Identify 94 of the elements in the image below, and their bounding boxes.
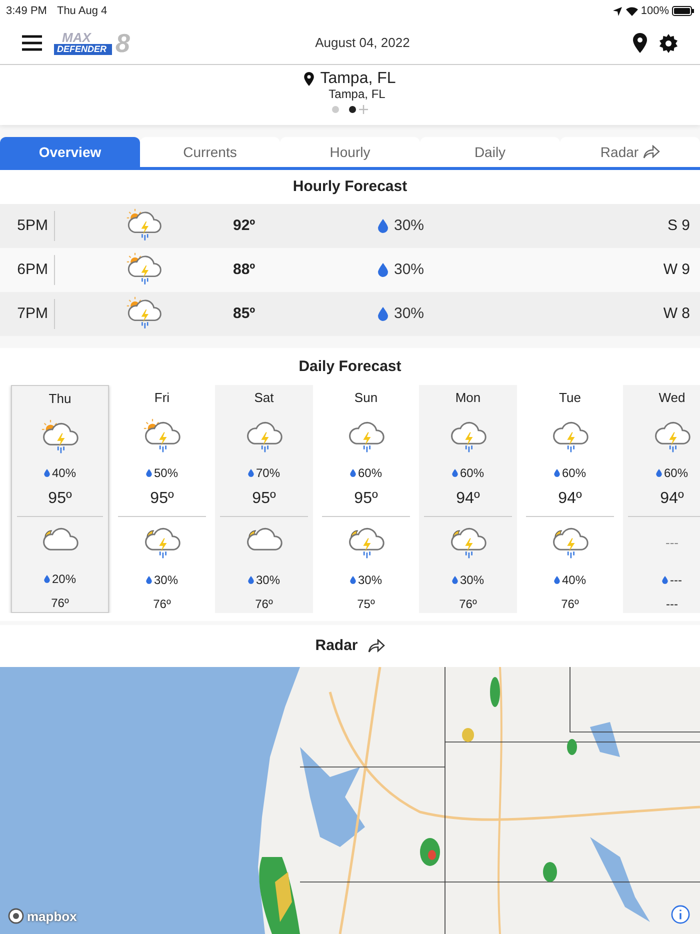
raindrop-icon: [350, 576, 356, 584]
precip-chance: 30%: [256, 572, 280, 589]
day-name: Mon: [455, 389, 481, 407]
tab[interactable]: Overview: [0, 137, 140, 167]
precip-chance: 30%: [154, 572, 178, 589]
battery-percent: 100%: [640, 4, 669, 19]
precip-chance: 60%: [358, 465, 382, 482]
low-temperature: 75º: [357, 596, 375, 613]
raindrop-icon: [350, 469, 356, 478]
high-temperature: 95º: [150, 489, 174, 510]
hour-temperature: 85º: [233, 304, 256, 324]
day-name: Fri: [154, 389, 170, 407]
day-card[interactable]: Mon 60% 94º 30% 76º: [419, 385, 517, 613]
precip-chance: 40%: [52, 465, 76, 482]
precip-chance: 30%: [460, 572, 484, 589]
location-name: Tampa, FL: [320, 71, 396, 87]
precip-chance: 40%: [562, 572, 586, 589]
location-pin-icon[interactable]: [633, 33, 647, 53]
raindrop-icon: [146, 576, 152, 584]
day-card[interactable]: Sat 70% 95º 30% 76º: [215, 385, 313, 613]
precip-chance: 60%: [460, 465, 484, 482]
day-card[interactable]: Wed 60% 94º --- --- ---: [623, 385, 700, 613]
raindrop-icon: [248, 469, 254, 478]
raindrop-icon: [44, 469, 50, 478]
section-title: Daily Forecast: [298, 356, 402, 376]
day-name: Sat: [254, 389, 274, 407]
raindrop-icon: [662, 576, 668, 584]
location-arrow-icon: [612, 6, 622, 16]
wifi-icon: [626, 6, 638, 16]
precip-chance: 30%: [394, 260, 424, 280]
day-card[interactable]: Thu 40% 95º 20% 76º: [11, 385, 109, 613]
tab[interactable]: Radar: [560, 137, 700, 167]
location-pin-icon: [304, 72, 314, 86]
battery-icon: [672, 6, 694, 16]
hour-label: 5PM: [0, 211, 55, 241]
low-temperature: 76º: [153, 596, 171, 613]
raindrop-icon: [378, 263, 388, 277]
section-title: Radar: [315, 636, 358, 656]
hour-label: 7PM: [0, 299, 55, 329]
precip-chance: 30%: [358, 572, 382, 589]
precip-chance: 20%: [52, 571, 76, 588]
precip-chance: 60%: [664, 465, 688, 482]
low-temperature: 76º: [51, 595, 69, 612]
raindrop-icon: [452, 469, 458, 478]
no-data-text: ---: [666, 534, 678, 552]
share-arrow-icon[interactable]: [368, 639, 385, 653]
high-temperature: 94º: [456, 489, 480, 510]
mapbox-logo-icon: [8, 908, 24, 924]
raindrop-icon: [378, 307, 388, 321]
raindrop-icon: [554, 576, 560, 584]
raindrop-icon: [656, 469, 662, 478]
raindrop-icon: [554, 469, 560, 478]
precip-chance: 60%: [562, 465, 586, 482]
precip-chance: 30%: [394, 216, 424, 236]
menu-icon[interactable]: [22, 35, 42, 51]
raindrop-icon: [248, 576, 254, 584]
raindrop-icon: [378, 219, 388, 233]
tab[interactable]: Currents: [140, 137, 280, 167]
high-temperature: 94º: [558, 489, 582, 510]
low-temperature: 76º: [561, 596, 579, 613]
raindrop-icon: [146, 469, 152, 478]
precip-chance: 30%: [394, 304, 424, 324]
settings-icon[interactable]: [659, 34, 678, 52]
day-name: Thu: [48, 390, 72, 408]
wind-speed: W 8: [663, 304, 691, 324]
low-temperature: ---: [666, 596, 678, 613]
status-time: 3:49 PM: [6, 4, 47, 19]
wind-speed: S 9: [667, 216, 691, 236]
section-title: Hourly Forecast: [292, 176, 408, 197]
header-date: August 04, 2022: [315, 34, 410, 52]
wind-speed: W 9: [663, 260, 691, 280]
status-date: Thu Aug 4: [56, 4, 108, 19]
raindrop-icon: [452, 576, 458, 584]
day-name: Wed: [658, 389, 686, 407]
high-temperature: 95º: [252, 489, 276, 510]
tab[interactable]: Hourly: [280, 137, 420, 167]
hour-temperature: 92º: [233, 216, 256, 236]
high-temperature: 94º: [660, 489, 684, 510]
info-icon[interactable]: [671, 905, 690, 924]
low-temperature: 76º: [255, 596, 273, 613]
map-attribution: mapbox: [27, 908, 77, 926]
precip-chance: 50%: [154, 465, 178, 482]
high-temperature: 95º: [354, 489, 378, 510]
location-subtitle: Tampa, FL: [328, 87, 386, 102]
raindrop-icon: [44, 575, 50, 583]
hour-label: 6PM: [0, 255, 55, 285]
hour-temperature: 88º: [233, 260, 256, 280]
high-temperature: 95º: [48, 489, 72, 510]
day-name: Sun: [354, 389, 378, 407]
tab[interactable]: Daily: [420, 137, 560, 167]
precip-chance: ---: [670, 572, 682, 589]
low-temperature: 76º: [459, 596, 477, 613]
day-name: Tue: [559, 389, 581, 407]
precip-chance: 70%: [256, 465, 280, 482]
